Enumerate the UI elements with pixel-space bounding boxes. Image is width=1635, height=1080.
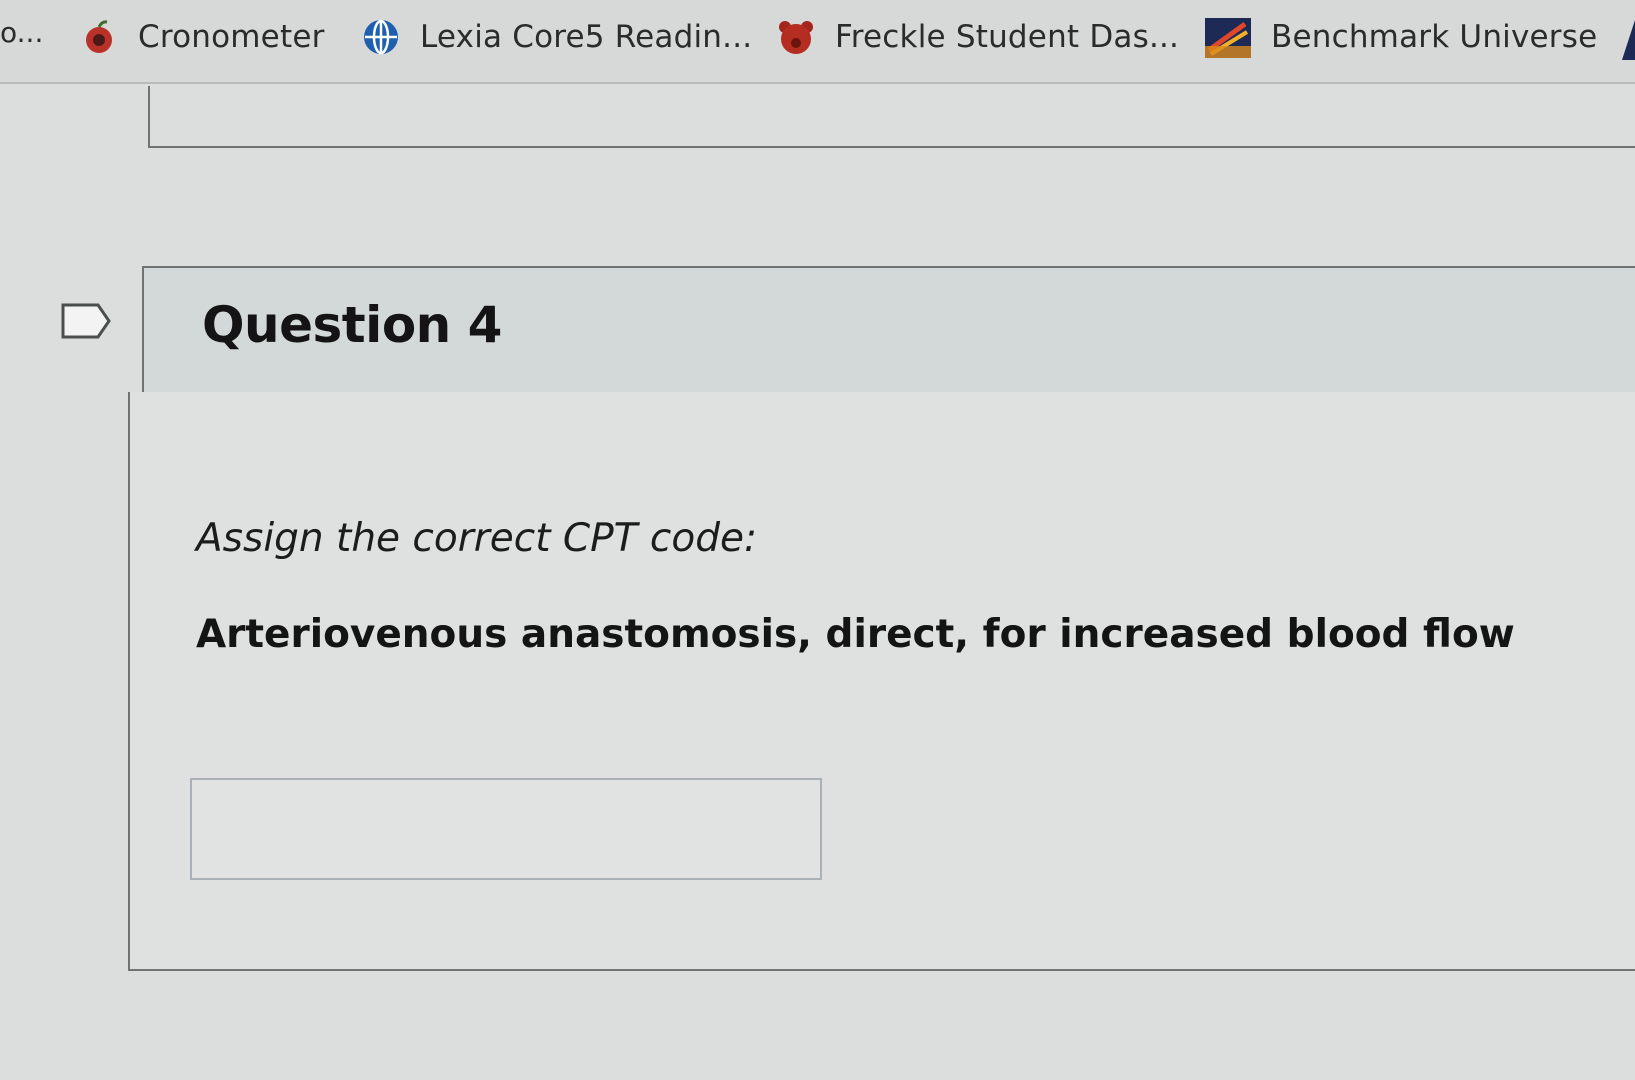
globe-icon <box>362 18 400 56</box>
previous-question-box <box>148 86 1635 148</box>
bookmark-label: Freckle Student Das... <box>835 19 1180 55</box>
bookmark-partial-icon <box>1622 20 1635 60</box>
flag-question-icon[interactable] <box>60 302 112 340</box>
question-statement: Arteriovenous anastomosis, direct, for i… <box>196 612 1515 657</box>
question-header: Question 4 <box>142 266 1635 394</box>
question-title: Question 4 <box>202 296 502 354</box>
bookmark-freckle[interactable]: Freckle Student Das... <box>777 14 1179 60</box>
bookmark-cronometer[interactable]: Cronometer <box>80 14 325 60</box>
bookmark-label: Cronometer <box>138 19 325 55</box>
bookmarks-overflow[interactable]: o... <box>0 16 43 49</box>
rocket-icon <box>1205 18 1251 58</box>
bookmarks-bar: o... Cronometer Lexia Core5 Readin... Fr… <box>0 0 1635 84</box>
answer-input[interactable] <box>190 778 822 880</box>
bookmark-benchmark[interactable]: Benchmark Universe <box>1205 14 1597 60</box>
apple-icon <box>80 18 118 56</box>
bookmark-lexia[interactable]: Lexia Core5 Readin... <box>362 14 752 60</box>
question-prompt: Assign the correct CPT code: <box>196 516 758 561</box>
bookmark-label: Benchmark Universe <box>1271 19 1598 55</box>
bear-icon <box>777 18 815 56</box>
bookmark-label: Lexia Core5 Readin... <box>420 19 753 55</box>
question-body: Assign the correct CPT code: Arterioveno… <box>128 392 1635 971</box>
